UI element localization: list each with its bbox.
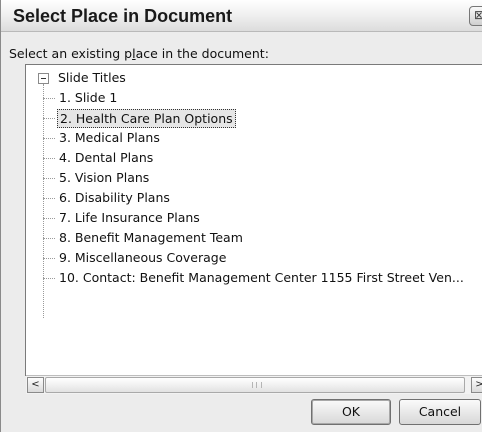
tree-item[interactable]: 9. Miscellaneous Coverage [43,248,482,268]
scroll-left-icon[interactable]: < [27,377,44,393]
tree-root-slide-titles[interactable]: Slide Titles [58,70,126,85]
tree-item[interactable]: 4. Dental Plans [43,148,482,168]
tree-branch-line [43,198,55,199]
tree-item-label[interactable]: 8. Benefit Management Team [57,229,245,246]
grip-icon [252,382,262,388]
tree-item-selected[interactable]: 2. Health Care Plan Options [43,108,482,128]
tree-item[interactable]: 5. Vision Plans [43,168,482,188]
tree-branch-line [43,158,55,159]
tree-branch-line [43,278,55,279]
tree-branch-line [43,98,55,99]
tree-item-label[interactable]: 4. Dental Plans [57,149,155,166]
tree-item[interactable]: 3. Medical Plans [43,128,482,148]
tree-item[interactable]: 6. Disability Plans [43,188,482,208]
tree-item-label[interactable]: 3. Medical Plans [57,129,162,146]
instruction-text-start: Select an existing p [9,46,133,61]
document-place-tree[interactable]: Slide Titles 1. Slide 1 2. Health Care P… [25,64,482,376]
horizontal-scrollbar[interactable]: < > [26,375,482,394]
collapse-icon[interactable] [38,73,49,84]
ok-button[interactable]: OK [311,399,391,425]
tree-item-label[interactable]: 9. Miscellaneous Coverage [57,249,228,266]
tree-branch-line [43,258,55,259]
instruction-text-end: ace in the document: [135,46,269,61]
tree-item-label[interactable]: 7. Life Insurance Plans [57,209,202,226]
title-bar[interactable]: Select Place in Document ⊠ [1,0,482,32]
scroll-right-icon[interactable]: > [471,377,482,393]
tree-item[interactable]: 7. Life Insurance Plans [43,208,482,228]
tree-item-label[interactable]: 10. Contact: Benefit Management Center 1… [57,269,466,286]
tree-item[interactable]: 8. Benefit Management Team [43,228,482,248]
instruction-label: Select an existing place in the document… [9,46,269,61]
tree-branch-line [43,238,55,239]
dialog-title: Select Place in Document [13,6,233,26]
tree-item[interactable]: 1. Slide 1 [43,88,482,108]
tree-branch-line [43,178,55,179]
select-place-dialog: Select Place in Document ⊠ Select an exi… [0,0,482,432]
tree-item-label[interactable]: 6. Disability Plans [57,189,172,206]
tree-item-label[interactable]: 1. Slide 1 [57,89,119,106]
tree-branch-line [43,138,55,139]
tree-item-label[interactable]: 2. Health Care Plan Options [57,109,236,128]
tree-item-label[interactable]: 5. Vision Plans [57,169,151,186]
scrollbar-thumb[interactable] [45,377,465,393]
tree-item[interactable]: 10. Contact: Benefit Management Center 1… [43,268,482,288]
tree-branch-line [43,218,55,219]
cancel-button[interactable]: Cancel [399,399,481,425]
tree-branch-line [43,118,55,119]
close-icon[interactable]: ⊠ [469,6,482,26]
